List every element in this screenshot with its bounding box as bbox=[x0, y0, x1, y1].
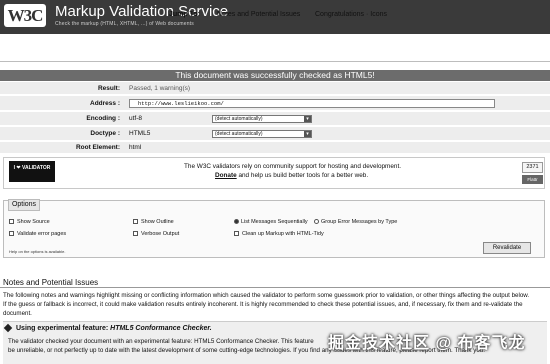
warning-title-prefix: Using experimental feature: bbox=[16, 325, 111, 332]
notes-paragraph-2: If the guess or fallback is incorrect, i… bbox=[3, 301, 523, 308]
option-label: List Messages Sequentially bbox=[241, 219, 308, 225]
option-validate-error-pages[interactable]: Validate error pages bbox=[9, 231, 66, 238]
radio-selected[interactable] bbox=[234, 219, 239, 225]
watermark: 掘金技术社区 @ 布客飞龙 bbox=[328, 335, 526, 352]
option-show-outline[interactable]: Show Outline bbox=[133, 219, 174, 226]
doctype-label: Doctype : bbox=[90, 130, 120, 137]
warning-line-1: The validator checked your document with… bbox=[8, 338, 314, 345]
result-value: Passed, 1 warning(s) bbox=[129, 85, 191, 92]
option-label: Validate error pages bbox=[17, 231, 67, 237]
encoding-value: utf-8 bbox=[129, 115, 143, 122]
doctype-select[interactable]: (detect automatically) ▾ bbox=[212, 130, 312, 138]
root-element-row: Root Element: html bbox=[0, 142, 550, 154]
jump-bar bbox=[0, 34, 550, 62]
revalidate-button[interactable]: Revalidate bbox=[483, 242, 531, 254]
validator-badge[interactable]: I ❤ VALIDATOR bbox=[9, 161, 55, 182]
option-label: Show Source bbox=[17, 219, 50, 225]
address-row: Address : http://www.leslieikoo.com/ bbox=[0, 96, 550, 111]
notes-paragraph-3: document. bbox=[3, 310, 32, 317]
option-label: Show Outline bbox=[141, 219, 174, 225]
jump-link-notes-text[interactable]: Notes and Potential Issues bbox=[217, 11, 300, 18]
warning-title-feature: HTML5 Conformance Checker. bbox=[110, 325, 212, 332]
root-element-label: Root Element: bbox=[75, 144, 120, 151]
options-help-link[interactable]: Help on the options is available. bbox=[9, 249, 65, 254]
jump-link-congrats-text[interactable]: Congratulations · Icons bbox=[315, 11, 387, 18]
donate-text: The W3C validators rely on community sup… bbox=[184, 163, 402, 170]
result-label: Result: bbox=[97, 85, 120, 92]
page-title: Markup Validation Service bbox=[55, 3, 229, 20]
option-list-sequentially[interactable]: List Messages Sequentially bbox=[234, 219, 308, 226]
encoding-select[interactable]: (detect automatically) ▾ bbox=[212, 115, 312, 123]
option-tidy[interactable]: Clean up Markup with HTML-Tidy bbox=[234, 231, 324, 238]
address-label: Address : bbox=[90, 100, 120, 107]
encoding-label: Encoding : bbox=[86, 115, 120, 122]
divider bbox=[0, 287, 550, 288]
jump-label: Jump To: bbox=[169, 11, 200, 18]
checkbox[interactable] bbox=[133, 219, 138, 225]
w3c-logo-text: W3C bbox=[7, 6, 44, 25]
encoding-row: Encoding : utf-8 (detect automatically) … bbox=[0, 112, 550, 126]
doctype-value: HTML5 bbox=[129, 130, 151, 137]
options-panel bbox=[3, 200, 545, 258]
jump-link-notes[interactable]: Notes and Potential Issues bbox=[217, 11, 300, 18]
checkbox[interactable] bbox=[234, 231, 239, 237]
donate-link[interactable]: Donate bbox=[215, 172, 237, 179]
success-banner: This document was successfully checked a… bbox=[0, 70, 550, 81]
dropdown-arrow-icon: ▾ bbox=[304, 116, 311, 122]
encoding-select-text: (detect automatically) bbox=[215, 116, 263, 122]
flattr-count: 2371 bbox=[522, 162, 543, 173]
donate-text-rest: and help us build better tools for a bet… bbox=[236, 172, 369, 179]
address-input[interactable]: http://www.leslieikoo.com/ bbox=[129, 99, 495, 108]
checkbox[interactable] bbox=[133, 231, 138, 237]
option-show-source[interactable]: Show Source bbox=[9, 219, 50, 226]
option-label: Clean up Markup with HTML-Tidy bbox=[242, 231, 324, 237]
option-group-by-type[interactable]: Group Error Messages by Type bbox=[314, 219, 397, 226]
donate-text-2: Donate and help us build better tools fo… bbox=[215, 172, 368, 179]
flattr-button[interactable]: Flattr bbox=[522, 175, 543, 184]
options-legend[interactable]: Options bbox=[8, 199, 40, 211]
option-label: Group Error Messages by Type bbox=[321, 219, 398, 225]
root-element-value: html bbox=[129, 144, 142, 151]
w3c-logo[interactable]: W3C bbox=[4, 4, 46, 27]
doctype-select-text: (detect automatically) bbox=[215, 131, 263, 137]
notes-heading: Notes and Potential Issues bbox=[3, 278, 99, 287]
result-row: Result: Passed, 1 warning(s) bbox=[0, 82, 550, 95]
jump-link-congrats[interactable]: Congratulations · Icons bbox=[315, 11, 387, 18]
tagline: Check the markup (HTML, XHTML, ...) of W… bbox=[55, 21, 194, 27]
checkbox[interactable] bbox=[9, 219, 14, 225]
checkbox[interactable] bbox=[9, 231, 14, 237]
option-label: Verbose Output bbox=[141, 231, 180, 237]
dropdown-arrow-icon: ▾ bbox=[304, 131, 311, 137]
radio[interactable] bbox=[314, 219, 319, 225]
doctype-row: Doctype : HTML5 (detect automatically) ▾ bbox=[0, 127, 550, 141]
option-verbose-output[interactable]: Verbose Output bbox=[133, 231, 179, 238]
warning-title: Using experimental feature: HTML5 Confor… bbox=[16, 325, 212, 332]
notes-paragraph-1: The following notes and warnings highlig… bbox=[3, 292, 530, 299]
